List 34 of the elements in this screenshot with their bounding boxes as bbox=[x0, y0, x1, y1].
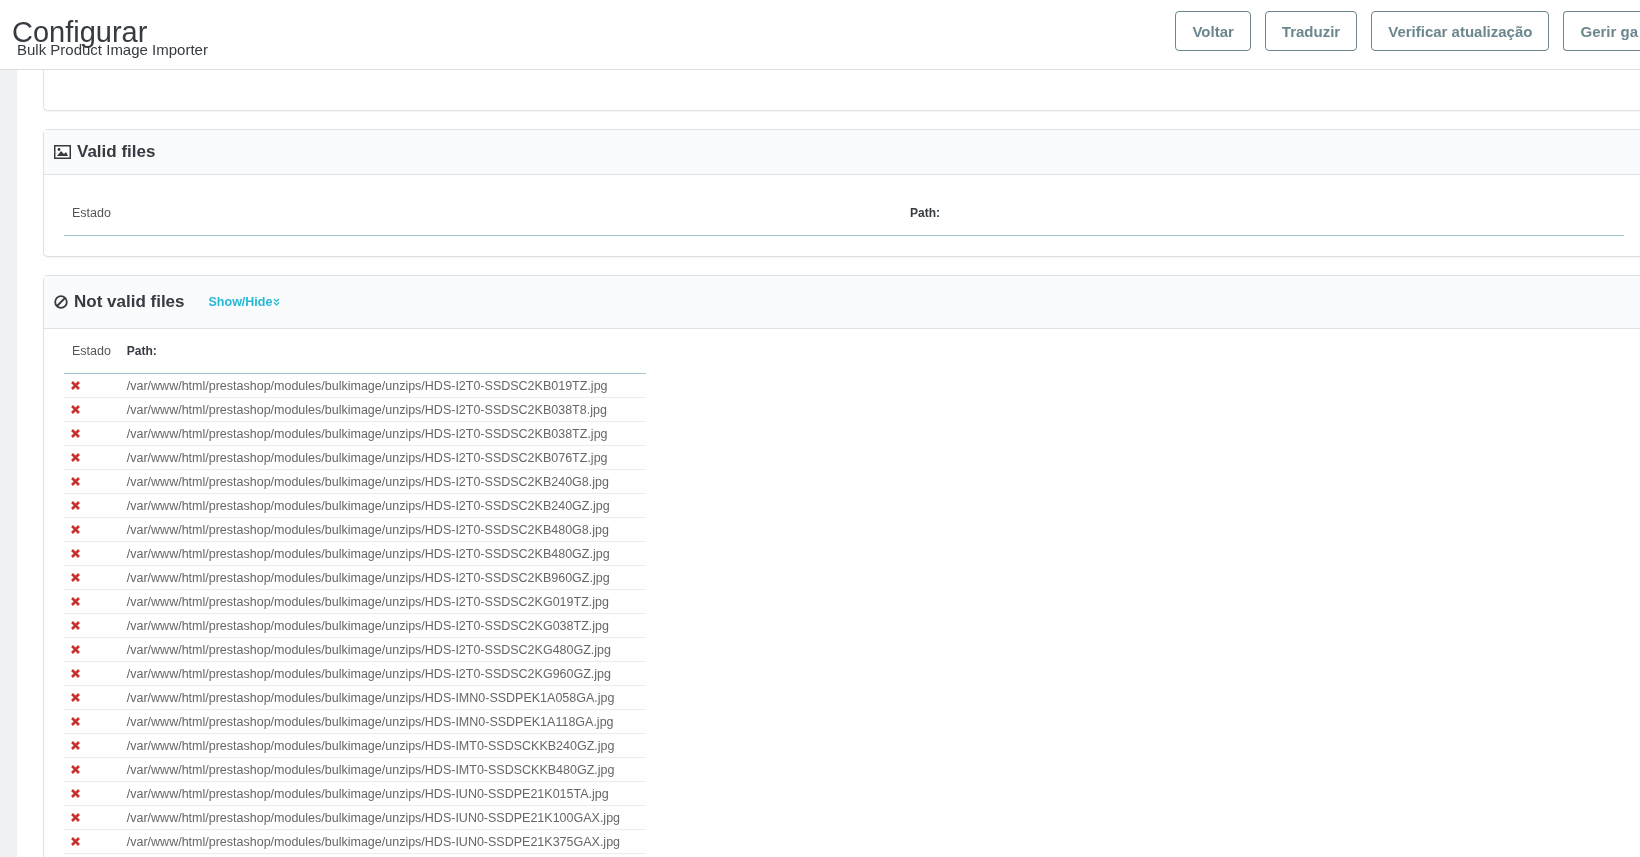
toolbar-button[interactable]: Gerir ga bbox=[1563, 11, 1640, 51]
file-path: /var/www/html/prestashop/modules/bulkimage/unzips/HDS-I2T0-SSDSC2KG480GZ.jpg bbox=[118, 637, 646, 662]
toolbar-button[interactable]: Voltar bbox=[1175, 11, 1251, 51]
toolbar-button[interactable]: Traduzir bbox=[1264, 11, 1358, 51]
toolbar-button[interactable]: Verificar atualização bbox=[1371, 11, 1550, 51]
file-path: /var/www/html/prestashop/modules/bulkimage/unzips/HDS-I2T0-SSDSC2KB240GZ.jpg bbox=[118, 493, 646, 518]
panel-title: Valid files bbox=[77, 142, 156, 162]
file-path: /var/www/html/prestashop/modules/bulkimage/unzips/HDS-I2T0-SSDSC2KB480GZ.jpg bbox=[118, 541, 646, 566]
file-path: /var/www/html/prestashop/modules/bulkimage/unzips/HDS-I2T0-SSDSC2KB480G8.jpg bbox=[118, 517, 646, 542]
file-path: /var/www/html/prestashop/modules/bulkimage/unzips/HDS-I2T0-SSDSC2KG038TZ.jpg bbox=[118, 613, 646, 638]
file-path: /var/www/html/prestashop/modules/bulkimage/unzips/HDS-I2T0-SSDSC2KB960GZ.jpg bbox=[118, 565, 646, 590]
file-path: /var/www/html/prestashop/modules/bulkimage/unzips/HDS-I2T0-SSDSC2KB038T8.jpg bbox=[118, 397, 646, 422]
column-header: Estado bbox=[64, 175, 902, 236]
file-path: /var/www/html/prestashop/modules/bulkimage/unzips/HDS-IMN0-SSDPEK1A058GA.jpg bbox=[118, 685, 646, 710]
file-path: /var/www/html/prestashop/modules/bulkimage/unzips/HDS-I2T0-SSDSC2KG019TZ.jpg bbox=[118, 589, 646, 614]
file-path: /var/www/html/prestashop/modules/bulkimage/unzips/HDS-IUN0-SSDPE21K100GAX.jpg bbox=[118, 805, 646, 830]
file-path: /var/www/html/prestashop/modules/bulkimage/unzips/HDS-IUN0-SSDPE21K015TA.jpg bbox=[118, 781, 646, 806]
column-header: Path: bbox=[118, 329, 646, 374]
file-path: /var/www/html/prestashop/modules/bulkimage/unzips/HDS-IMT0-SSDSCKKB480GZ.jpg bbox=[118, 757, 646, 782]
file-path: /var/www/html/prestashop/modules/bulkimage/unzips/HDS-I2T0-SSDSC2KG960GZ.jpg bbox=[118, 661, 646, 686]
panel-title: Not valid files bbox=[74, 292, 185, 312]
show-hide-link[interactable]: Show/Hide bbox=[208, 295, 281, 309]
image-icon bbox=[54, 145, 71, 159]
double-chevron-icon bbox=[273, 298, 281, 306]
file-path: /var/www/html/prestashop/modules/bulkimage/unzips/HDS-IMN0-SSDPEK1A118GA.jpg bbox=[118, 709, 646, 734]
file-path: /var/www/html/prestashop/modules/bulkimage/unzips/HDS-I2T0-SSDSC2KB240G8.jpg bbox=[118, 469, 646, 494]
file-path: /var/www/html/prestashop/modules/bulkimage/unzips/HDS-I2T0-SSDSC2KB038TZ.jpg bbox=[118, 421, 646, 446]
column-header: Path: bbox=[902, 175, 1624, 236]
file-path: /var/www/html/prestashop/modules/bulkimage/unzips/HDS-I2T0-SSDSC2KB019TZ.jpg bbox=[118, 373, 646, 398]
column-header: Estado bbox=[64, 329, 119, 374]
file-path: /var/www/html/prestashop/modules/bulkimage/unzips/HDS-IUN0-SSDPE21K375GAX.jpg bbox=[118, 829, 646, 854]
file-path: /var/www/html/prestashop/modules/bulkimage/unzips/HDS-I2T0-SSDSC2KB076TZ.jpg bbox=[118, 445, 646, 470]
file-path: /var/www/html/prestashop/modules/bulkimage/unzips/HDS-IMT0-SSDSCKKB240GZ.jpg bbox=[118, 733, 646, 758]
ban-icon bbox=[54, 295, 68, 309]
